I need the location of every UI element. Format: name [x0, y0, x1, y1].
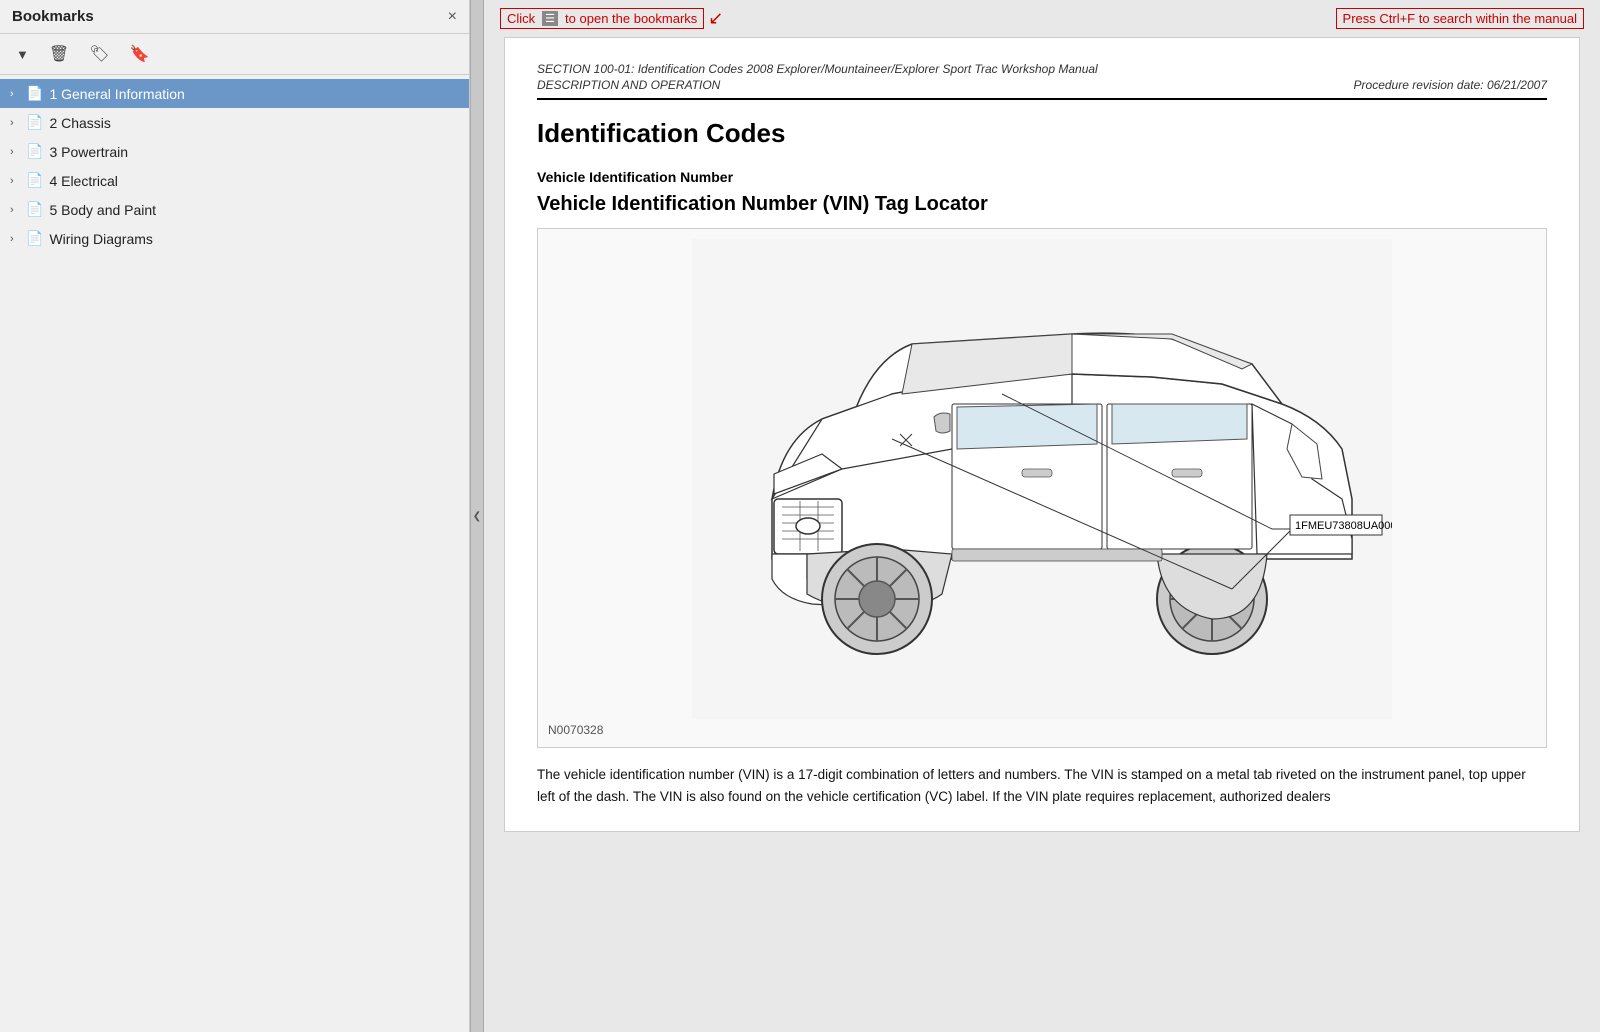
figure-caption: N0070328 [548, 723, 1536, 737]
hint-arrow-icon: ↙ [708, 8, 723, 29]
bookmarks-sidebar: Bookmarks × ▼ 🗑 🏷 🔖 ›📄1 General Informat… [0, 0, 470, 1032]
close-button[interactable]: × [448, 9, 457, 25]
bookmark-folder-icon: 📄 [26, 114, 43, 131]
menu-icon: ▼ [16, 47, 29, 62]
sidebar-collapse-handle[interactable]: ❮ [470, 0, 484, 1032]
delete-icon: 🗑 [49, 44, 69, 64]
section-header: SECTION 100-01: Identification Codes 200… [537, 62, 1547, 76]
bookmark-tree: ›📄1 General Information›📄2 Chassis›📄3 Po… [0, 75, 469, 1032]
bookmark-label: 5 Body and Paint [49, 202, 156, 218]
expand-arrow-icon: › [10, 146, 26, 158]
bookmark-icon: 🔖 [130, 44, 150, 64]
open-bookmarks-hint: Click ☰ to open the bookmarks [500, 8, 704, 29]
bookmark-folder-icon: 📄 [26, 201, 43, 218]
toolbar-dropdown-button[interactable]: ▼ [10, 43, 35, 66]
expand-arrow-icon: › [10, 117, 26, 129]
add-bookmark-button[interactable]: 🔖 [124, 40, 156, 68]
bookmark-folder-icon: 📄 [26, 172, 43, 189]
bookmarks-panel-icon: ☰ [542, 11, 558, 26]
section-subheader: DESCRIPTION AND OPERATION Procedure revi… [537, 78, 1547, 92]
bookmark-item-1[interactable]: ›📄 1 General Information [0, 79, 469, 108]
section-operation: DESCRIPTION AND OPERATION [537, 78, 720, 92]
bookmark-label: 1 General Information [49, 86, 184, 102]
top-bar: Click ☰ to open the bookmarks ↙ Press Ct… [484, 0, 1600, 37]
section-subtitle2: Vehicle Identification Number (VIN) Tag … [537, 193, 1547, 216]
bookmark-item-5[interactable]: ›📄 5 Body and Paint [0, 195, 469, 224]
section-divider [537, 98, 1547, 100]
document-title: Identification Codes [537, 118, 1547, 149]
delete-bookmark-button[interactable]: 🗑 [43, 40, 75, 68]
bookmark-label: 3 Powertrain [49, 144, 128, 160]
vin-number-label: 1FMEU73808UA00001 [1295, 520, 1392, 532]
bookmark-label: Wiring Diagrams [49, 231, 152, 247]
bookmark-item-3[interactable]: ›📄 3 Powertrain [0, 137, 469, 166]
bookmark-folder-icon: 📄 [26, 85, 43, 102]
hint-rest-text: to open the bookmarks [565, 11, 697, 26]
section-revision: Procedure revision date: 06/21/2007 [1354, 78, 1547, 92]
sidebar-header: Bookmarks × [0, 0, 469, 34]
bookmark-label: 2 Chassis [49, 115, 110, 131]
vin-figure: 1FMEU73808UA00001 N0070328 [537, 228, 1547, 748]
bookmark-item-6[interactable]: ›📄 Wiring Diagrams [0, 224, 469, 253]
body-text: The vehicle identification number (VIN) … [537, 764, 1547, 807]
sidebar-toolbar: ▼ 🗑 🏷 🔖 [0, 34, 469, 75]
document-content: SECTION 100-01: Identification Codes 200… [504, 37, 1580, 832]
hint-click-text: Click [507, 11, 535, 26]
expand-arrow-icon: › [10, 175, 26, 187]
bookmark-folder-icon: 📄 [26, 230, 43, 247]
expand-arrow-icon: › [10, 88, 26, 100]
bookmark-label: 4 Electrical [49, 173, 117, 189]
tag-icon: 🏷 [89, 44, 109, 64]
bookmark-folder-icon: 📄 [26, 143, 43, 160]
section-subtitle1: Vehicle Identification Number [537, 169, 1547, 185]
bookmark-item-2[interactable]: ›📄 2 Chassis [0, 108, 469, 137]
bookmark-item-4[interactable]: ›📄 4 Electrical [0, 166, 469, 195]
expand-arrow-icon: › [10, 204, 26, 216]
car-illustration: 1FMEU73808UA00001 [548, 239, 1536, 719]
vin-locator-svg: 1FMEU73808UA00001 [692, 239, 1392, 719]
expand-arrow-icon: › [10, 233, 26, 245]
tag-bookmark-button[interactable]: 🏷 [83, 40, 115, 68]
search-hint: Press Ctrl+F to search within the manual [1336, 8, 1584, 29]
sidebar-title: Bookmarks [12, 8, 94, 25]
main-content: Click ☰ to open the bookmarks ↙ Press Ct… [484, 0, 1600, 1032]
